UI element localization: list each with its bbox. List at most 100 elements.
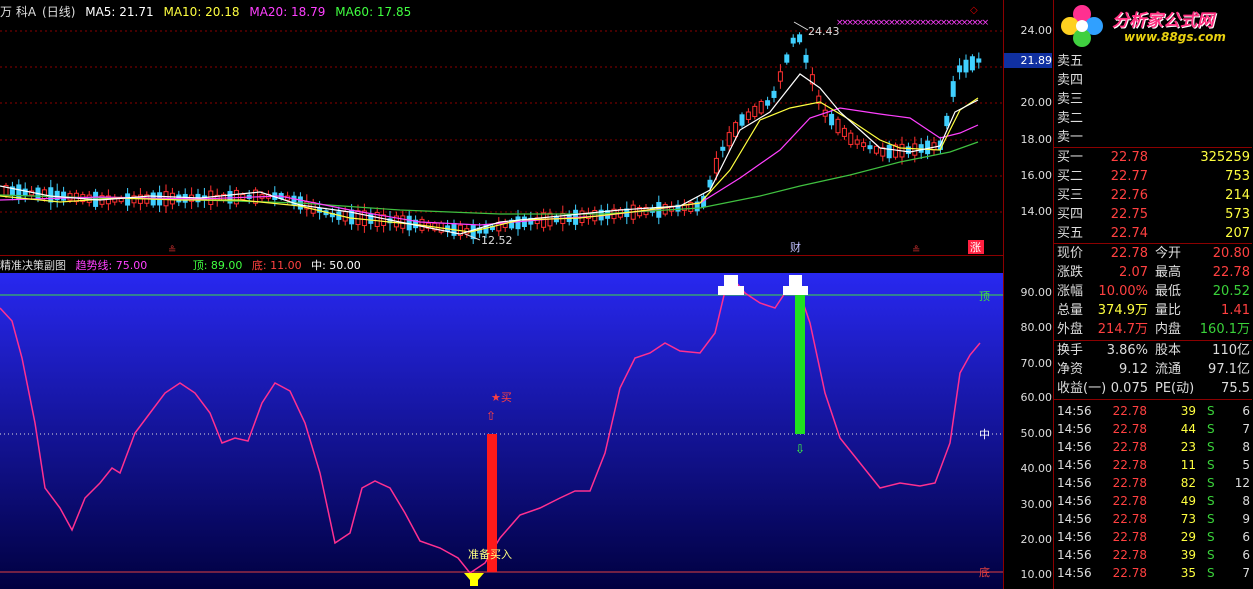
candle-body [745, 111, 751, 120]
site-logo[interactable]: 分析家公式网 www.88gs.com [1054, 0, 1253, 52]
tick-row[interactable]: 14:56 22.78 23 S 8 [1054, 438, 1252, 456]
period-label[interactable]: (日线) [42, 5, 75, 19]
sell-row-1[interactable]: 卖一 [1054, 129, 1252, 147]
divider [1054, 399, 1252, 400]
tick-row[interactable]: 14:56 22.78 39 S 6 [1054, 402, 1252, 420]
tick-row[interactable]: 14:56 22.78 73 S 9 [1054, 510, 1252, 528]
tick-row[interactable]: 14:56 22.78 49 S 8 [1054, 492, 1252, 510]
stat-label: 内盘 [1155, 322, 1182, 337]
stat-row: 净资 9.12 流通 97.1亿 [1054, 361, 1252, 379]
candle-body [777, 71, 783, 82]
tick-side: S [1207, 566, 1215, 580]
candle-body [854, 139, 860, 145]
stat-label: 今开 [1155, 246, 1182, 261]
stock-name[interactable]: 万 科A [0, 5, 36, 19]
sell-row-4[interactable]: 卖四 [1054, 72, 1252, 90]
x-marker: × [982, 18, 990, 28]
tick-volume: 23 [1180, 440, 1196, 454]
candle-body [48, 187, 54, 203]
buy-row[interactable]: 买五 22.74 207 [1054, 225, 1252, 243]
tick-row[interactable]: 14:56 22.78 82 S 12 [1054, 474, 1252, 492]
indicator-tick: 70.00 [1020, 357, 1053, 370]
stat-row: 外盘 214.7万 内盘 160.1万 [1054, 321, 1252, 339]
indicator-title[interactable]: 精准决策副图 [0, 259, 66, 272]
tick-side: S [1207, 494, 1215, 508]
high-price-label: 24.43 [808, 25, 840, 38]
indicator-tick: 20.00 [1020, 533, 1053, 546]
tick-price: 22.78 [1112, 566, 1147, 580]
stat-row: 收益(一) 0.075 PE(动) 75.5 [1054, 380, 1252, 398]
candle-body [925, 140, 931, 155]
tick-row[interactable]: 14:56 22.78 35 S 7 [1054, 564, 1252, 582]
sell-label: 卖一 [1057, 130, 1084, 145]
tick-count: 6 [1242, 530, 1250, 544]
indicator-tick: 50.00 [1020, 427, 1053, 440]
buy-price: 22.75 [1110, 207, 1148, 222]
sell-row-5[interactable]: 卖五 [1054, 53, 1252, 71]
tick-price: 22.78 [1112, 404, 1147, 418]
candle-body [963, 59, 969, 73]
candlestick-chart[interactable]: 24.43 12.52 ××××××××××××××××××××××××××××… [0, 0, 1003, 255]
buy-row[interactable]: 买一 22.78 325259 [1054, 149, 1252, 167]
tick-time: 14:56 [1057, 530, 1092, 544]
sell-signal-bar [795, 295, 805, 434]
event-marker-icon[interactable]: ≗ [168, 245, 176, 255]
candle-body [912, 143, 918, 156]
stat-value: 22.78 [1110, 246, 1148, 261]
stat-value: 0.075 [1110, 381, 1148, 396]
candle-body [829, 113, 835, 126]
buy-row[interactable]: 买三 22.76 214 [1054, 187, 1252, 205]
flower-logo-icon [1061, 5, 1103, 47]
buy-label: ★买 [491, 391, 512, 404]
tick-row[interactable]: 14:56 22.78 39 S 6 [1054, 546, 1252, 564]
tick-row[interactable]: 14:56 22.78 11 S 5 [1054, 456, 1252, 474]
trend-line-value: 趋势线: 75.00 [75, 259, 148, 272]
ma5-line [0, 73, 979, 235]
finance-marker[interactable]: 财 [790, 240, 801, 254]
tick-row[interactable]: 14:56 22.78 44 S 7 [1054, 420, 1252, 438]
tick-time: 14:56 [1057, 458, 1092, 472]
candle-body [208, 190, 214, 206]
candle-body [713, 157, 719, 174]
candle-body [861, 142, 867, 148]
candle-body [22, 188, 28, 197]
candle-body [841, 127, 847, 137]
sell-row-3[interactable]: 卖三 [1054, 91, 1252, 109]
panel-divider[interactable] [0, 255, 1003, 256]
sell-label: 卖四 [1057, 73, 1084, 88]
candle-body [752, 105, 758, 118]
buy-price: 22.78 [1110, 150, 1148, 165]
low-price-label: 12.52 [481, 234, 513, 247]
stat-value: 97.1亿 [1208, 362, 1250, 377]
limit-up-marker[interactable]: 涨 [970, 241, 981, 254]
sell-row-2[interactable]: 卖二 [1054, 110, 1252, 128]
candle-body [969, 56, 975, 71]
decision-indicator-chart[interactable]: 顶 中 底 ⇧ ★买 准备买入 ⇩ [0, 273, 1003, 589]
stat-value: 214.7万 [1097, 322, 1148, 337]
event-marker-icon[interactable]: ≗ [912, 245, 920, 255]
buy-row[interactable]: 买二 22.77 753 [1054, 168, 1252, 186]
tick-count: 8 [1242, 440, 1250, 454]
stat-value: 3.86% [1106, 343, 1148, 358]
tick-side: S [1207, 422, 1215, 436]
candle-body [950, 81, 956, 97]
stat-row: 总量 374.9万 量比 1.41 [1054, 302, 1252, 320]
indicator-tick: 10.00 [1020, 568, 1053, 581]
tick-count: 5 [1242, 458, 1250, 472]
tick-row[interactable]: 14:56 22.78 29 S 6 [1054, 528, 1252, 546]
tick-time: 14:56 [1057, 548, 1092, 562]
stat-label: 外盘 [1057, 322, 1084, 337]
candle-body [758, 100, 764, 114]
candle-body [125, 193, 131, 206]
tick-side: S [1207, 440, 1215, 454]
scroll-up-icon[interactable]: ◇ [970, 5, 978, 16]
tick-price: 22.78 [1112, 440, 1147, 454]
tick-count: 6 [1242, 548, 1250, 562]
candle-body [867, 145, 873, 150]
price-tick: 20.00 [1020, 96, 1053, 109]
sell-label: 卖二 [1057, 111, 1084, 126]
buy-row[interactable]: 买四 22.75 573 [1054, 206, 1252, 224]
candle-body [797, 34, 803, 43]
stat-row: 现价 22.78 今开 20.80 [1054, 245, 1252, 263]
tick-volume: 44 [1180, 422, 1196, 436]
